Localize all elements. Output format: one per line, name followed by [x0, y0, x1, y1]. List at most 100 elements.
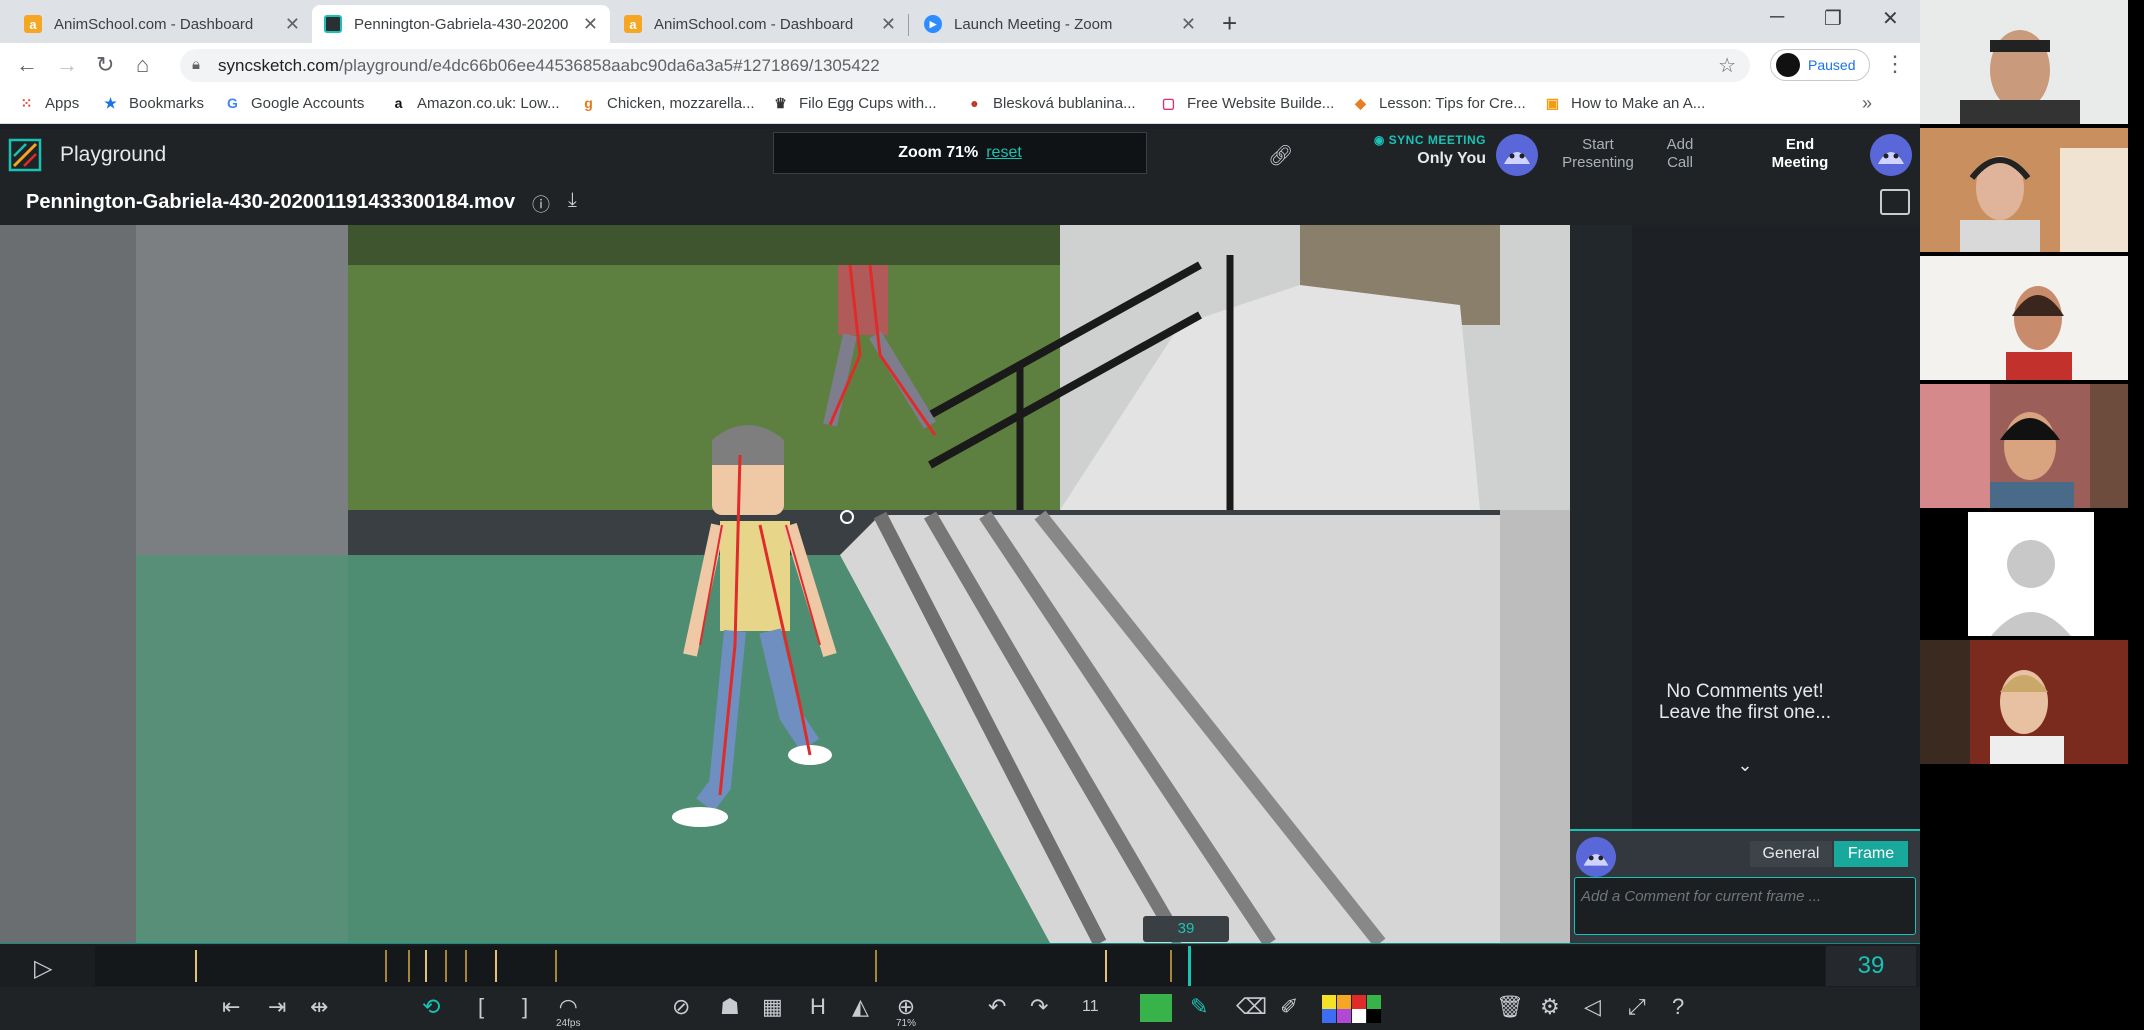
loop-icon[interactable]: ⟲	[422, 995, 440, 1019]
color-picker-button[interactable]	[1140, 994, 1172, 1022]
comment-input[interactable]: Add a Comment for current frame ...	[1574, 877, 1916, 935]
participant-video-1[interactable]	[1920, 0, 2128, 124]
redo-icon[interactable]: ↷	[1030, 995, 1048, 1019]
color-swatch[interactable]	[1367, 1009, 1381, 1023]
maximize-icon[interactable]: ❐	[1824, 6, 1842, 31]
close-window-icon[interactable]: ✕	[1882, 6, 1899, 31]
keyframe-tick[interactable]	[195, 950, 197, 982]
volume-icon[interactable]: ◁	[1584, 995, 1601, 1019]
chevron-down-icon[interactable]: ⌄	[1570, 755, 1920, 776]
tab-syncsketch[interactable]: Pennington-Gabriela-430-20200 ✕	[312, 5, 610, 43]
ghost-icon[interactable]: ☗	[720, 995, 740, 1019]
grid-icon[interactable]: ▦	[762, 995, 783, 1019]
link-icon[interactable]: 🔗︎	[1268, 143, 1293, 168]
flip-icon[interactable]: ◭	[852, 995, 869, 1019]
start-presenting-button[interactable]: Start Presenting	[1556, 136, 1640, 172]
participant-video-4[interactable]	[1920, 384, 2128, 508]
in-point-icon[interactable]: [	[478, 995, 484, 1019]
color-swatch[interactable]	[1322, 1009, 1336, 1023]
play-icon[interactable]: ▷	[34, 954, 52, 983]
color-swatch[interactable]	[1367, 995, 1381, 1009]
color-swatch[interactable]	[1337, 995, 1351, 1009]
comments-toggle-icon[interactable]	[1880, 189, 1910, 215]
eyedropper-icon[interactable]: ✐	[1280, 995, 1298, 1019]
bookmark-chicken[interactable]: g Chicken, mozzarella...	[580, 95, 754, 112]
more-bookmarks-icon[interactable]: »	[1862, 93, 1872, 114]
keyframe-tick[interactable]	[495, 950, 497, 982]
color-swatch[interactable]	[1322, 995, 1336, 1009]
zoom-reset-link[interactable]: reset	[986, 144, 1022, 162]
undo-icon[interactable]: ↶	[988, 995, 1006, 1019]
bookmark-apps[interactable]: ⁙ Apps	[18, 95, 80, 112]
add-call-button[interactable]: Add Call	[1656, 136, 1704, 172]
eraser-icon[interactable]: ⌫	[1236, 995, 1267, 1019]
keyframe-tick[interactable]	[1170, 950, 1172, 982]
bookmark-filo[interactable]: ♛ Filo Egg Cups with...	[772, 95, 936, 112]
forward-icon[interactable]: →	[56, 52, 78, 78]
download-icon[interactable]: ⤓	[568, 189, 577, 212]
keyframe-tick[interactable]	[445, 950, 447, 982]
participant-video-6[interactable]	[1920, 640, 2128, 764]
close-icon[interactable]: ✕	[1181, 14, 1196, 35]
hide-icon[interactable]: ⊘	[672, 995, 690, 1019]
pen-icon[interactable]: ✎	[1190, 995, 1208, 1019]
video-viewer[interactable]	[0, 225, 1570, 943]
menu-icon[interactable]: ⋮	[1884, 51, 1906, 77]
bookmark-lesson[interactable]: ◆ Lesson: Tips for Cre...	[1352, 95, 1526, 112]
bookmark-bookmarks[interactable]: ★ Bookmarks	[102, 95, 204, 112]
minimize-icon[interactable]: ─	[1770, 6, 1784, 29]
participant-video-5[interactable]	[1920, 512, 2128, 636]
split-icon[interactable]: ⇹	[310, 995, 328, 1019]
h-icon[interactable]: H	[810, 995, 826, 1019]
timeline-track[interactable]	[95, 946, 1825, 986]
bookmark-howto[interactable]: ▣ How to Make an A...	[1544, 95, 1705, 112]
tab-general[interactable]: General	[1750, 841, 1832, 867]
back-icon[interactable]: ←	[16, 52, 38, 78]
color-swatch[interactable]	[1352, 1009, 1366, 1023]
tab-animschool-1[interactable]: a AnimSchool.com - Dashboard ✕	[12, 5, 312, 43]
avatar[interactable]	[1496, 134, 1538, 176]
sync-meeting-status[interactable]: ◉ SYNC MEETING Only You	[1368, 133, 1486, 168]
gear-icon[interactable]: ⚙	[1540, 995, 1560, 1019]
close-icon[interactable]: ✕	[583, 14, 598, 35]
bookmark-google[interactable]: G Google Accounts	[224, 95, 364, 112]
fps-button[interactable]: ◠ 24fps	[556, 995, 580, 1029]
next-annotation-icon[interactable]: ⇥	[268, 995, 286, 1019]
color-swatch[interactable]	[1352, 995, 1366, 1009]
tab-zoom[interactable]: ▸ Launch Meeting - Zoom ✕	[912, 5, 1208, 43]
help-icon[interactable]: ?	[1672, 995, 1684, 1019]
prev-annotation-icon[interactable]: ⇤	[222, 995, 240, 1019]
url-text[interactable]: syncsketch.com/playground/e4dc66b06ee445…	[218, 56, 880, 76]
close-icon[interactable]: ✕	[285, 14, 300, 35]
address-bar[interactable]: 🔒︎ syncsketch.com/playground/e4dc66b06ee…	[180, 49, 1750, 82]
bookmark-amazon[interactable]: a Amazon.co.uk: Low...	[390, 95, 560, 112]
keyframe-tick[interactable]	[875, 950, 877, 982]
keyframe-tick[interactable]	[408, 950, 410, 982]
bookmark-star-icon[interactable]: ☆	[1718, 53, 1736, 78]
home-icon[interactable]: ⌂	[136, 52, 149, 78]
info-icon[interactable]: ⓘ	[532, 191, 550, 217]
close-icon[interactable]: ✕	[881, 14, 896, 35]
playhead[interactable]	[1188, 946, 1191, 986]
keyframe-tick[interactable]	[1105, 950, 1107, 982]
fullscreen-icon[interactable]: ⤢	[1628, 995, 1646, 1019]
bookmark-bublanina[interactable]: ● Blesková bublanina...	[966, 95, 1135, 112]
tab-frame[interactable]: Frame	[1834, 841, 1908, 867]
comments-list[interactable]	[1632, 225, 1920, 829]
keyframe-tick[interactable]	[385, 950, 387, 982]
zoom-button[interactable]: ⊕ 71%	[896, 995, 916, 1029]
profile-button[interactable]: Paused	[1770, 49, 1870, 81]
participant-video-3[interactable]	[1920, 256, 2128, 380]
tab-animschool-2[interactable]: a AnimSchool.com - Dashboard ✕	[612, 5, 908, 43]
keyframe-tick[interactable]	[555, 950, 557, 982]
keyframe-tick[interactable]	[465, 950, 467, 982]
color-swatch[interactable]	[1337, 1009, 1351, 1023]
end-meeting-button[interactable]: End Meeting	[1760, 136, 1840, 172]
out-point-icon[interactable]: ]	[522, 995, 528, 1019]
participant-video-2[interactable]	[1920, 128, 2128, 252]
trash-icon[interactable]: 🗑︎	[1496, 995, 1524, 1019]
new-tab-button[interactable]: +	[1222, 8, 1237, 39]
reload-icon[interactable]: ↻	[96, 52, 114, 78]
bookmark-website[interactable]: ▢ Free Website Builde...	[1160, 95, 1334, 112]
syncsketch-logo[interactable]	[8, 138, 42, 172]
